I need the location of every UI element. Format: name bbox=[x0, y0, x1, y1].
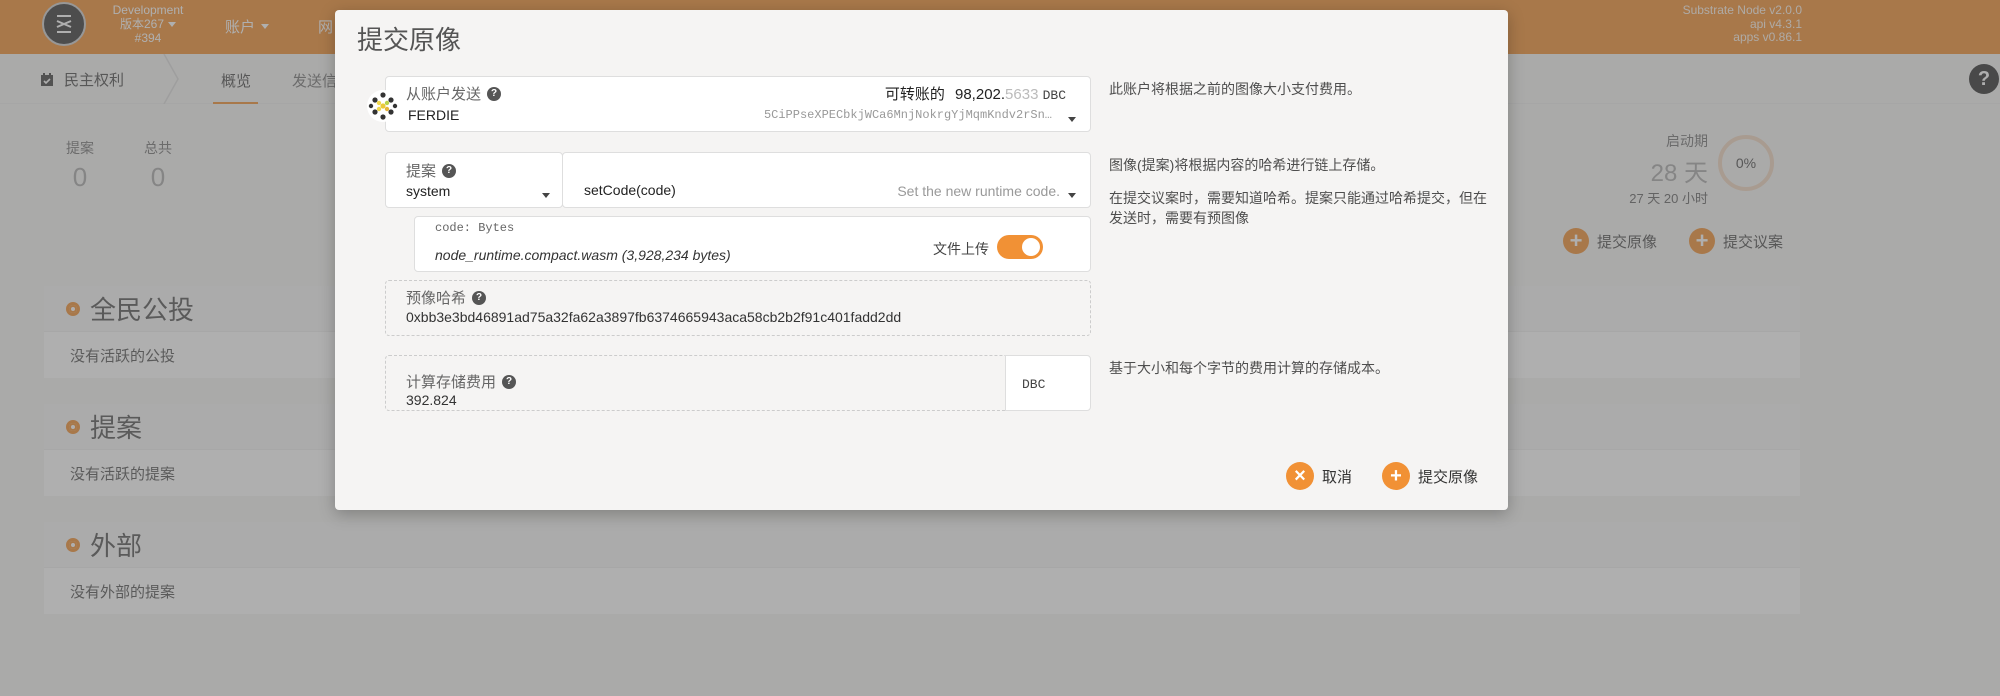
preimage-hash-label: 预像哈希? bbox=[406, 287, 487, 308]
code-param-label: code: Bytes bbox=[435, 221, 515, 235]
cancel-label: 取消 bbox=[1322, 468, 1353, 486]
code-file-input[interactable]: code: Bytes node_runtime.compact.wasm (3… bbox=[414, 216, 1091, 272]
from-account-dropdown[interactable]: 从账户发送? 可转账的 98,202.5633 DBC FERDIE 5CiPP… bbox=[385, 76, 1091, 132]
storage-fee-field: 计算存储费用? 392.824 bbox=[385, 355, 1021, 411]
account-name: FERDIE bbox=[408, 107, 460, 123]
help-icon[interactable]: ? bbox=[502, 374, 517, 389]
modal-title: 提交原像 bbox=[357, 25, 462, 55]
proposal-module-value: system bbox=[406, 183, 451, 199]
storage-fee-help: 基于大小和每个字节的费用计算的存储成本。 bbox=[1109, 360, 1389, 376]
proposal-help-1: 图像(提案)将根据内容的哈希进行链上存储。 bbox=[1109, 157, 1385, 173]
chevron-down-icon bbox=[542, 193, 550, 198]
storage-fee-unit-text: DBC bbox=[1022, 377, 1046, 392]
preimage-hash-label-text: 预像哈希 bbox=[406, 290, 467, 307]
storage-fee-unit: DBC bbox=[1005, 355, 1091, 411]
plus-icon: + bbox=[1382, 462, 1410, 490]
chevron-down-icon bbox=[1068, 117, 1076, 122]
preimage-hash-value: 0xbb3e3bd46891ad75a32fa62a3897fb63746659… bbox=[406, 309, 902, 325]
toggle-knob bbox=[1022, 238, 1040, 256]
chevron-down-icon bbox=[1068, 193, 1076, 198]
help-icon[interactable]: ? bbox=[442, 163, 457, 178]
proposal-label-text: 提案 bbox=[406, 163, 437, 180]
proposal-module-dropdown[interactable]: 提案? system bbox=[385, 152, 563, 208]
preimage-hash-field: 预像哈希? 0xbb3e3bd46891ad75a32fa62a3897fb63… bbox=[385, 280, 1091, 336]
from-account-help: 此账户将根据之前的图像大小支付费用。 bbox=[1109, 81, 1361, 97]
file-upload-toggle[interactable] bbox=[997, 235, 1043, 259]
from-account-label-text: 从账户发送 bbox=[406, 86, 482, 103]
from-account-label: 从账户发送? bbox=[406, 83, 502, 104]
cancel-button[interactable]: × 取消 bbox=[1286, 462, 1352, 490]
account-identicon-icon bbox=[367, 90, 399, 122]
storage-fee-value: 392.824 bbox=[406, 392, 457, 408]
balance-unit: DBC bbox=[1042, 88, 1066, 103]
proposal-method-dropdown[interactable]: setCode(code) Set the new runtime code. bbox=[562, 152, 1091, 208]
storage-fee-label-text: 计算存储费用 bbox=[406, 374, 497, 391]
help-icon[interactable]: ? bbox=[487, 86, 502, 101]
storage-fee-label: 计算存储费用? bbox=[406, 371, 517, 392]
help-icon[interactable]: ? bbox=[472, 290, 487, 305]
proposal-help-2: 在提交议案时，需要知道哈希。提案只能通过哈希提交，但在发送时，需要有预图像 bbox=[1109, 190, 1487, 226]
file-upload-label: 文件上传 bbox=[933, 241, 989, 257]
transferable-balance: 可转账的 98,202.5633 DBC bbox=[885, 83, 1066, 104]
proposal-label: 提案? bbox=[406, 160, 457, 181]
submit-preimage-modal: 提交原像 从账户发送? 可转账的 98,202.5633 DBC FERDIE … bbox=[335, 10, 1508, 510]
proposal-method-value: setCode(code) bbox=[584, 182, 676, 198]
submit-preimage-button[interactable]: + 提交原像 bbox=[1382, 462, 1478, 490]
balance-main: 98,202. bbox=[955, 86, 1006, 103]
account-address: 5CiPPseXPECbkjWCa6MnjNokrgYjMqmKndv2rSn… bbox=[763, 108, 1052, 122]
close-icon: × bbox=[1286, 462, 1314, 490]
submit-preimage-label: 提交原像 bbox=[1418, 468, 1479, 486]
code-file-name: node_runtime.compact.wasm (3,928,234 byt… bbox=[435, 247, 731, 263]
transferable-label: 可转账的 bbox=[884, 86, 945, 103]
proposal-method-description: Set the new runtime code. bbox=[897, 183, 1060, 199]
balance-decimals: 5633 bbox=[1005, 86, 1039, 103]
